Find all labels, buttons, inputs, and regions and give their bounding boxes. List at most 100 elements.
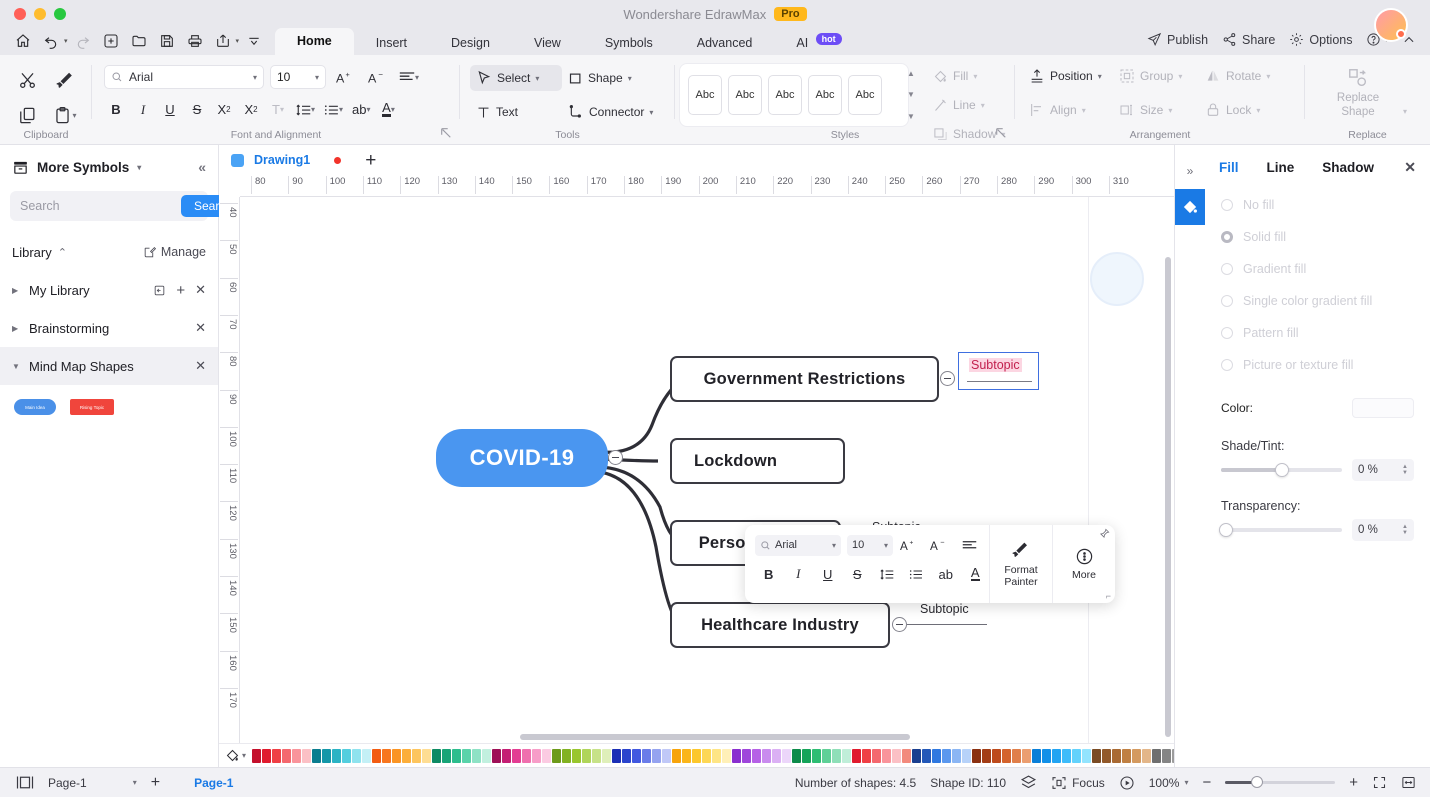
chevron-down-icon[interactable]: ▾ bbox=[133, 778, 137, 787]
expand-gallery-icon[interactable]: ▼ bbox=[907, 112, 915, 121]
resize-handle[interactable]: ⌐ bbox=[1106, 591, 1111, 601]
size-button[interactable]: Size ▾ bbox=[1113, 97, 1199, 123]
color-swatch[interactable] bbox=[1102, 748, 1112, 763]
fill-button[interactable]: Fill ▾ bbox=[927, 63, 1011, 89]
color-swatch[interactable] bbox=[542, 748, 552, 763]
color-swatch[interactable] bbox=[602, 748, 612, 763]
font-color-caret-icon[interactable]: ▾ bbox=[391, 105, 395, 114]
style-swatch[interactable]: Abc bbox=[688, 75, 722, 115]
horizontal-ruler[interactable]: 80 90 100 110 120 130 140 150 160 170 180 190 200 210… bbox=[240, 175, 1174, 197]
page-select[interactable]: Page-1 ▾ bbox=[48, 776, 137, 790]
color-swatch[interactable] bbox=[962, 748, 972, 763]
sidebar-item-mind-map-shapes[interactable]: ▼ Mind Map Shapes ✕ bbox=[0, 347, 218, 385]
layers-icon[interactable] bbox=[1020, 774, 1037, 791]
open-icon[interactable] bbox=[126, 30, 152, 52]
styles-dialog-launcher[interactable] bbox=[995, 127, 1007, 139]
font-dialog-launcher[interactable] bbox=[440, 127, 452, 139]
shade-tint-spinner[interactable]: 0 % ▲ ▼ bbox=[1352, 459, 1414, 481]
color-swatch[interactable] bbox=[802, 748, 812, 763]
line-button[interactable]: Line ▾ bbox=[927, 92, 1011, 118]
search-input[interactable] bbox=[20, 199, 181, 213]
color-swatch[interactable] bbox=[522, 748, 532, 763]
chevron-down-icon[interactable]: ▼ bbox=[12, 362, 21, 371]
color-swatch[interactable] bbox=[992, 748, 1002, 763]
node-collapse-button[interactable] bbox=[940, 371, 955, 386]
fill-option-picture-or-texture-fill[interactable]: Picture or texture fill bbox=[1205, 349, 1430, 381]
mindmap-node-lockdown[interactable]: Lockdown bbox=[670, 438, 845, 484]
color-swatch[interactable] bbox=[432, 748, 442, 763]
subtopic-label[interactable]: Subtopic bbox=[920, 602, 969, 616]
bullets-button[interactable]: ▾ bbox=[321, 97, 346, 122]
new-icon[interactable] bbox=[98, 30, 124, 52]
color-swatch[interactable] bbox=[1042, 748, 1052, 763]
save-icon[interactable] bbox=[154, 30, 180, 52]
chevron-down-icon[interactable]: ▾ bbox=[832, 541, 836, 550]
group-button[interactable]: Group ▾ bbox=[1113, 63, 1199, 89]
central-collapse-button[interactable] bbox=[608, 450, 623, 465]
import-library-icon[interactable] bbox=[153, 284, 166, 297]
fit-width-icon[interactable] bbox=[1401, 775, 1416, 790]
tab-view[interactable]: View bbox=[512, 31, 583, 55]
color-swatch[interactable] bbox=[972, 748, 982, 763]
zoom-slider[interactable] bbox=[1225, 776, 1336, 788]
color-swatch[interactable] bbox=[1052, 748, 1062, 763]
chevron-down-icon[interactable]: ▾ bbox=[253, 73, 257, 82]
transparency-spinner[interactable]: 0 % ▲ ▼ bbox=[1352, 519, 1414, 541]
color-swatch[interactable] bbox=[532, 748, 542, 763]
redo-icon[interactable] bbox=[70, 30, 96, 52]
align-button[interactable]: Align ▾ bbox=[1023, 97, 1113, 123]
color-swatch[interactable] bbox=[682, 748, 692, 763]
format-painter-button[interactable]: Format Painter bbox=[990, 525, 1052, 603]
fill-option-pattern-fill[interactable]: Pattern fill bbox=[1205, 317, 1430, 349]
color-swatch[interactable] bbox=[282, 748, 292, 763]
zoom-level[interactable]: 100% ▾ bbox=[1149, 776, 1189, 790]
spinner-arrows-icon[interactable]: ▲ ▼ bbox=[1402, 464, 1408, 476]
align-caret-icon[interactable]: ▾ bbox=[415, 73, 419, 82]
add-page-button[interactable]: + bbox=[151, 774, 160, 792]
color-swatch[interactable] bbox=[952, 748, 962, 763]
replace-shape-button[interactable]: Replace Shape bbox=[1319, 67, 1397, 119]
color-swatch[interactable] bbox=[1152, 748, 1162, 763]
tab-ai[interactable]: AI hot bbox=[774, 31, 863, 55]
export-caret-icon[interactable]: ▾ bbox=[236, 37, 240, 45]
color-swatch[interactable] bbox=[632, 748, 642, 763]
undo-caret-icon[interactable]: ▾ bbox=[64, 37, 68, 45]
color-swatch[interactable] bbox=[1112, 748, 1122, 763]
color-swatch[interactable] bbox=[852, 748, 862, 763]
rotate-button[interactable]: Rotate ▾ bbox=[1199, 63, 1285, 89]
close-icon[interactable]: ✕ bbox=[195, 282, 206, 298]
format-bullets-button[interactable] bbox=[903, 561, 931, 587]
zoom-slider-knob[interactable] bbox=[1251, 776, 1264, 788]
color-swatch[interactable] bbox=[1082, 748, 1092, 763]
font-size-input[interactable]: 10 ▾ bbox=[270, 65, 326, 89]
chevron-down-icon[interactable]: ▾ bbox=[315, 73, 319, 82]
tab-insert[interactable]: Insert bbox=[354, 31, 429, 55]
color-swatch[interactable] bbox=[452, 748, 462, 763]
color-swatch[interactable] bbox=[1022, 748, 1032, 763]
color-swatch[interactable] bbox=[1032, 748, 1042, 763]
text-case-caret-icon[interactable]: ▾ bbox=[367, 105, 371, 114]
tab-fill[interactable]: Fill bbox=[1219, 160, 1239, 175]
more-qat-icon[interactable] bbox=[241, 30, 267, 52]
fill-option-single-color-gradient-fill[interactable]: Single color gradient fill bbox=[1205, 285, 1430, 317]
cut-button[interactable] bbox=[8, 63, 46, 98]
color-swatch[interactable] bbox=[322, 748, 332, 763]
increase-font-size-button[interactable]: A + bbox=[332, 65, 358, 89]
style-swatch[interactable]: Abc bbox=[768, 75, 802, 115]
publish-button[interactable]: Publish bbox=[1143, 30, 1212, 49]
decrease-font-size-button[interactable]: A − bbox=[364, 65, 390, 89]
paragraph-align-button[interactable]: ▾ bbox=[396, 65, 422, 89]
document-name[interactable]: Drawing1 bbox=[254, 153, 310, 167]
color-swatch[interactable] bbox=[402, 748, 412, 763]
format-text-case-button[interactable]: ab bbox=[932, 561, 960, 587]
close-icon[interactable]: ✕ bbox=[195, 320, 206, 336]
format-font-color-button[interactable]: A bbox=[962, 561, 990, 587]
color-swatch[interactable] bbox=[582, 748, 592, 763]
add-library-icon[interactable]: + bbox=[176, 282, 185, 299]
color-swatch[interactable] bbox=[622, 748, 632, 763]
color-swatch[interactable] bbox=[832, 748, 842, 763]
tab-home[interactable]: Home bbox=[275, 28, 354, 55]
home-icon[interactable] bbox=[10, 30, 36, 52]
format-underline-button[interactable]: U bbox=[814, 561, 842, 587]
color-swatch[interactable] bbox=[712, 748, 722, 763]
